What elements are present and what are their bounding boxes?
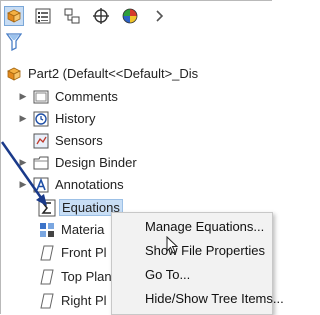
- mouse-cursor-icon: [166, 236, 179, 254]
- comments-icon: [32, 88, 50, 106]
- tree-item-label: Comments: [55, 89, 118, 104]
- tree-root-label: Part2 (Default<<Default>_Dis: [28, 66, 199, 81]
- tree-item-front-plane[interactable]: Front Pl: [38, 241, 107, 264]
- plane-icon: [38, 292, 56, 310]
- tree-item-right-plane[interactable]: Right Pl: [38, 289, 107, 312]
- property-list-icon: [35, 8, 51, 24]
- appearance-sphere-icon: [122, 8, 138, 24]
- crosshair-icon: [93, 8, 109, 24]
- configuration-manager-tab-button[interactable]: [62, 6, 82, 26]
- configuration-icon: [64, 8, 80, 24]
- material-icon: [38, 221, 56, 239]
- part-cube-icon: [7, 9, 21, 23]
- tree-item-label: Front Pl: [61, 245, 107, 260]
- tree-item-material[interactable]: Materia: [38, 218, 104, 241]
- expand-arrow-icon[interactable]: ▶: [18, 91, 28, 102]
- menu-item-hide-show-tree-items[interactable]: Hide/Show Tree Items...: [145, 287, 284, 311]
- tree-item-label: Sensors: [55, 133, 103, 148]
- part-cube-icon: [5, 65, 23, 83]
- tree-item-label: Materia: [61, 222, 105, 237]
- display-manager-tab-button[interactable]: [120, 6, 140, 26]
- tree-item-label: Annotations: [55, 177, 124, 192]
- property-manager-tab-button[interactable]: [33, 6, 53, 26]
- filter-button[interactable]: [5, 33, 23, 54]
- context-menu: Manage Equations... Show File Properties…: [111, 212, 284, 315]
- tree-item-history[interactable]: ▶ History: [18, 107, 95, 130]
- tree-item-top-plane[interactable]: Top Plan: [38, 265, 112, 288]
- tree-item-label: Design Binder: [55, 155, 137, 170]
- callout-arrow-icon: [0, 141, 47, 206]
- tree-item-comments[interactable]: ▶ Comments: [18, 85, 118, 108]
- menu-item-show-file-properties[interactable]: Show File Properties: [145, 239, 265, 263]
- expand-arrow-icon[interactable]: ▶: [18, 113, 28, 124]
- chevron-right-icon: [156, 10, 164, 22]
- plane-icon: [38, 244, 56, 262]
- feature-manager-toolbar: [0, 0, 273, 30]
- dimxpert-manager-tab-button[interactable]: [91, 6, 111, 26]
- menu-item-go-to[interactable]: Go To...: [145, 263, 190, 287]
- tree-root-part[interactable]: Part2 (Default<<Default>_Dis: [5, 62, 198, 85]
- filter-row: [0, 30, 273, 54]
- tree-item-label: History: [55, 111, 96, 126]
- tree-item-label: Top Plan: [61, 269, 112, 284]
- plane-icon: [38, 268, 56, 286]
- history-clock-icon: [32, 110, 50, 128]
- menu-item-manage-equations[interactable]: Manage Equations...: [145, 215, 264, 239]
- more-tabs-button[interactable]: [149, 6, 169, 26]
- featuremanager-tab-button[interactable]: [4, 6, 24, 26]
- tree-item-label: Right Pl: [61, 293, 107, 308]
- filter-funnel-icon: [5, 33, 23, 52]
